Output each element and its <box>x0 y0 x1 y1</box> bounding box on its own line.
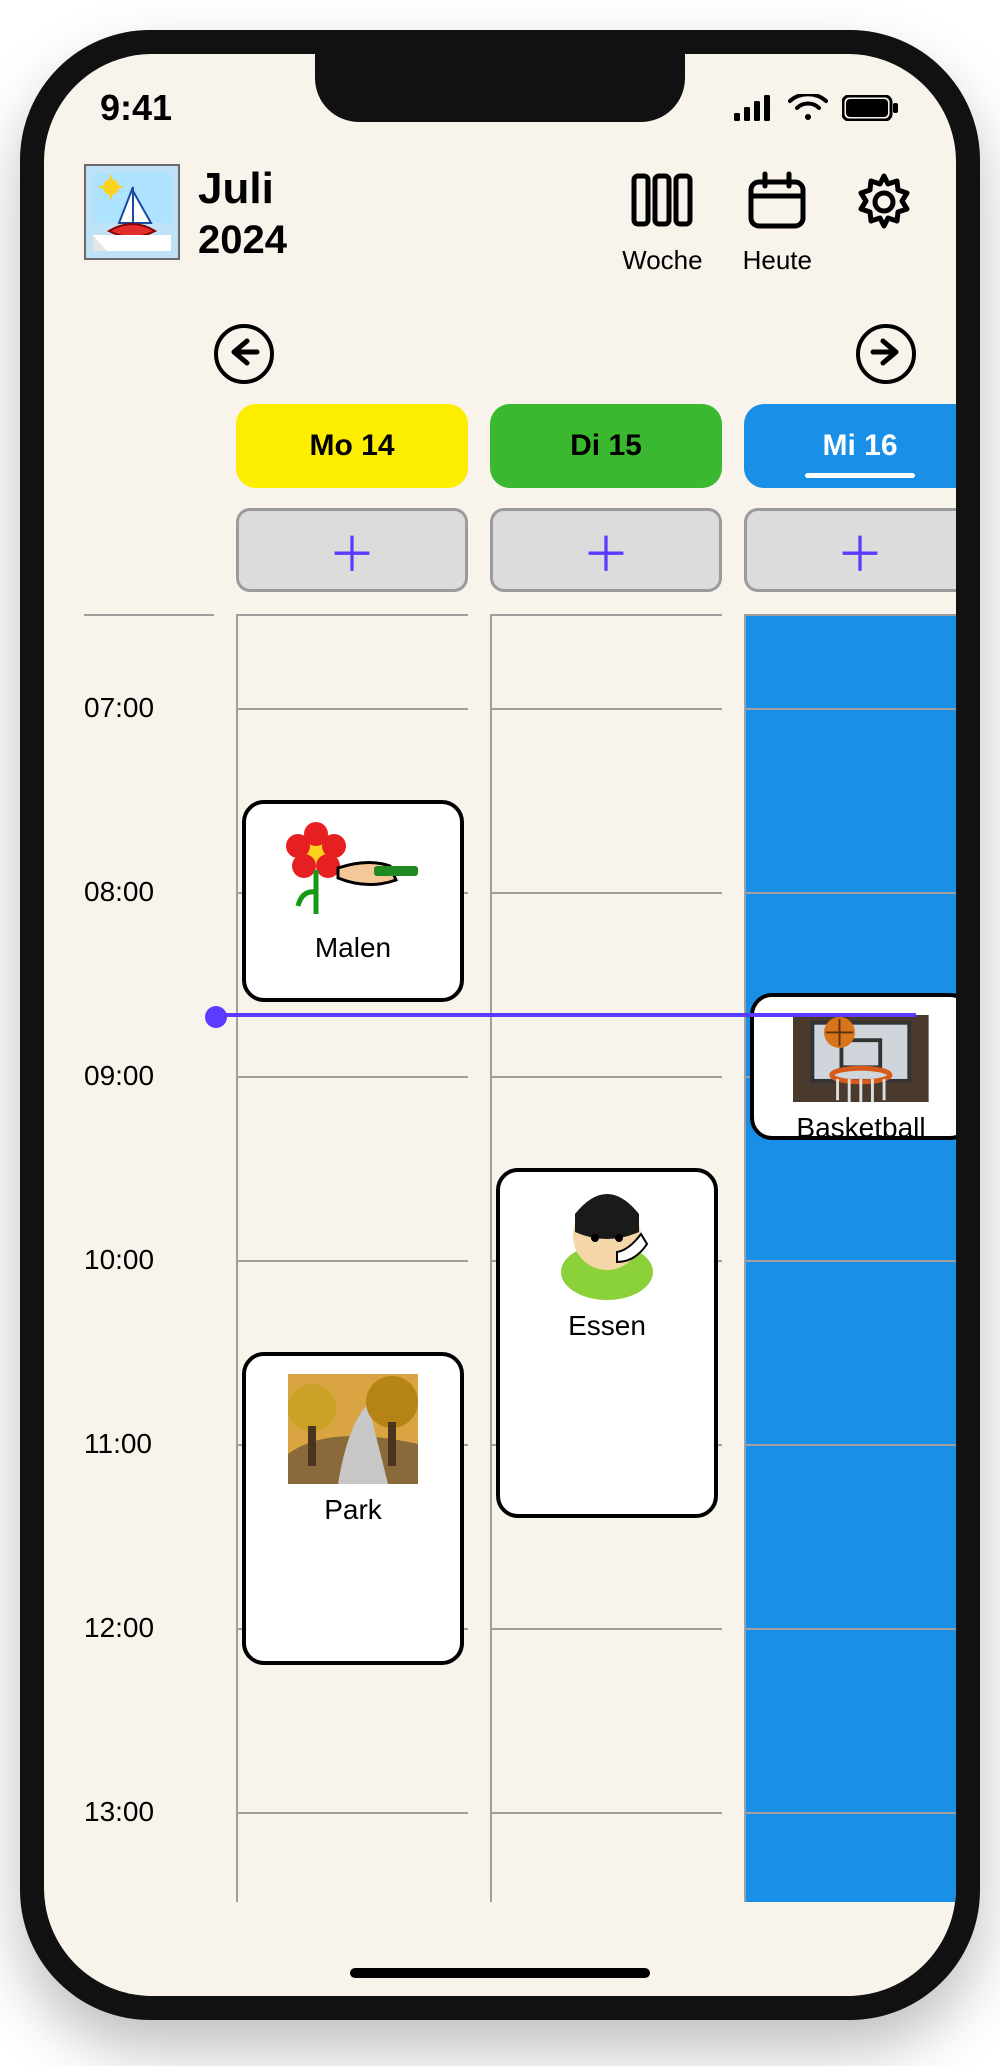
today-button[interactable]: Heute <box>743 170 812 276</box>
home-indicator <box>350 1968 650 1978</box>
hour-label: 11:00 <box>84 1428 152 1460</box>
header-title: Juli 2024 <box>198 164 287 263</box>
park-photo-icon <box>288 1374 418 1484</box>
header-month: Juli <box>198 164 287 214</box>
hour-label: 13:00 <box>84 1796 154 1828</box>
day-pill-label: Mi 16 <box>822 429 897 463</box>
event-card[interactable]: Basketball <box>750 993 956 1140</box>
calendar-icon <box>745 170 809 235</box>
event-title: Malen <box>315 932 391 964</box>
day-column-wed[interactable]: Basketball <box>744 614 956 1902</box>
add-event-wed[interactable]: ＋ <box>744 508 956 592</box>
wifi-icon <box>788 94 828 122</box>
cellular-icon <box>734 95 774 121</box>
prev-days-button[interactable] <box>214 324 274 384</box>
plus-icon: ＋ <box>836 515 884 585</box>
hour-label: 07:00 <box>84 692 154 724</box>
plus-icon: ＋ <box>328 515 376 585</box>
day-pill-tue[interactable]: Di 15 <box>490 404 722 488</box>
hour-label: 10:00 <box>84 1244 154 1276</box>
event-card[interactable]: Malen <box>242 800 464 1002</box>
eating-icon <box>547 1190 667 1300</box>
event-card[interactable]: Park <box>242 1352 464 1665</box>
battery-icon <box>842 95 900 121</box>
basketball-icon <box>793 1015 929 1102</box>
week-view-button[interactable]: Woche <box>622 170 702 276</box>
day-column-mon[interactable]: Malen Park <box>236 614 468 1902</box>
status-indicators <box>734 94 900 122</box>
hour-label: 08:00 <box>84 876 154 908</box>
hour-label: 12:00 <box>84 1612 154 1644</box>
arrow-left-icon <box>227 337 261 372</box>
app-logo <box>84 164 180 260</box>
event-title: Basketball <box>796 1112 925 1144</box>
today-label: Heute <box>743 245 812 276</box>
week-view-label: Woche <box>622 245 702 276</box>
plus-icon: ＋ <box>582 515 630 585</box>
event-title: Park <box>324 1494 382 1526</box>
gear-icon <box>852 170 916 239</box>
time-gutter: 07:00 08:00 09:00 10:00 11:00 12:00 13:00 <box>84 614 214 1902</box>
event-card[interactable]: Essen <box>496 1168 718 1518</box>
flower-paint-icon <box>278 822 428 922</box>
hour-label: 09:00 <box>84 1060 154 1092</box>
status-time: 9:41 <box>100 87 172 129</box>
day-pill-mon[interactable]: Mo 14 <box>236 404 468 488</box>
arrow-right-icon <box>869 337 903 372</box>
device-notch <box>315 54 685 122</box>
day-pill-label: Di 15 <box>570 429 642 463</box>
next-days-button[interactable] <box>856 324 916 384</box>
add-event-mon[interactable]: ＋ <box>236 508 468 592</box>
day-pill-wed[interactable]: Mi 16 <box>744 404 956 488</box>
event-title: Essen <box>568 1310 646 1342</box>
add-event-tue[interactable]: ＋ <box>490 508 722 592</box>
day-column-tue[interactable]: Essen <box>490 614 722 1902</box>
columns-icon <box>630 170 694 235</box>
header-year: 2024 <box>198 218 287 263</box>
day-pill-label: Mo 14 <box>309 429 394 463</box>
settings-button[interactable] <box>852 170 916 239</box>
